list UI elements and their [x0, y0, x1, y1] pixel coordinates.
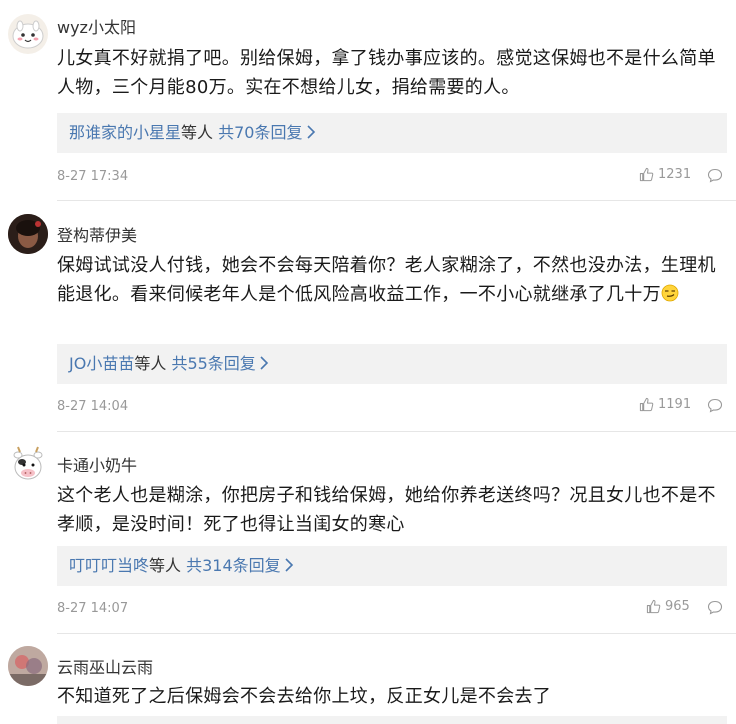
reply-count-link[interactable]: 共70条回复	[218, 123, 302, 142]
cartoon-face-icon	[12, 20, 44, 49]
username[interactable]: wyz小太阳	[57, 14, 136, 38]
speech-bubble-icon[interactable]	[707, 398, 723, 413]
avatar[interactable]	[8, 214, 48, 254]
reply-summary[interactable]: 那谁家的小星星等人 共70条回复	[57, 113, 727, 153]
smirk-emoji-icon	[661, 284, 679, 302]
comment-text: 不知道死了之后保姆会不会去给你上坟，反正女儿是不会去了	[57, 686, 552, 707]
reply-others-label: 等人	[149, 556, 182, 575]
speech-bubble-icon[interactable]	[707, 168, 723, 183]
like-count: 1231	[658, 167, 692, 182]
divider	[57, 633, 736, 634]
comment-text: 儿女真不好就捐了吧。别给保姆，拿了钱办事应该的。感觉这保姆也不是什么简单人物，三…	[57, 48, 716, 98]
thumbs-up-icon	[639, 397, 654, 412]
reply-summary[interactable]: 叮叮叮当咚等人 共314条回复	[57, 546, 727, 586]
username[interactable]: 云雨巫山云雨	[57, 654, 153, 678]
reply-user-link[interactable]: JO小苗苗	[69, 354, 134, 373]
username[interactable]: 登构蒂伊美	[57, 222, 137, 246]
speech-bubble-icon[interactable]	[707, 600, 723, 615]
reply-user-link[interactable]: 那谁家的小星星	[69, 123, 181, 142]
divider	[57, 200, 736, 201]
like-count: 1191	[658, 397, 692, 412]
like-button[interactable]: 1231	[639, 167, 691, 182]
reply-count-link[interactable]: 共55条回复	[171, 354, 255, 373]
chevron-right-icon	[306, 125, 315, 139]
avatar[interactable]	[8, 646, 48, 686]
chevron-right-icon	[260, 356, 268, 370]
reply-summary[interactable]: JO小苗苗等人 共55条回复	[57, 344, 727, 384]
avatar[interactable]	[8, 14, 48, 54]
reply-count-link[interactable]: 共314条回复	[186, 556, 281, 575]
like-button[interactable]: 965	[646, 599, 690, 614]
thumbs-up-icon	[646, 599, 661, 614]
photo-avatar-icon	[8, 646, 48, 686]
reply-others-label: 等人	[181, 123, 214, 142]
avatar[interactable]	[8, 444, 48, 484]
reply-user-link[interactable]: 叮叮叮当咚	[69, 556, 149, 575]
comment-text-body: 保姆试试没人付钱，她会不会每天陪着你？老人家糊涂了，不然也没办法，生理机能退化。…	[57, 255, 716, 305]
photo-avatar-icon	[8, 214, 48, 254]
comment-text: 保姆试试没人付钱，她会不会每天陪着你？老人家糊涂了，不然也没办法，生理机能退化。…	[57, 251, 727, 309]
comment-time: 8-27 14:07	[57, 601, 129, 616]
like-count: 965	[665, 599, 690, 614]
cow-icon	[13, 446, 43, 480]
comment-time: 8-27 14:04	[57, 399, 129, 414]
reply-others-label: 等人	[134, 354, 167, 373]
username[interactable]: 卡通小奶牛	[57, 452, 137, 476]
chevron-right-icon	[285, 558, 293, 572]
like-button[interactable]: 1191	[639, 397, 691, 412]
divider	[57, 431, 736, 432]
comment-time: 8-27 17:34	[57, 169, 129, 184]
reply-summary[interactable]	[57, 716, 727, 724]
comment-text: 这个老人也是糊涂，你把房子和钱给保姆，她给你养老送终吗？况且女儿也不是不孝顺，是…	[57, 485, 716, 535]
thumbs-up-icon	[639, 167, 654, 182]
